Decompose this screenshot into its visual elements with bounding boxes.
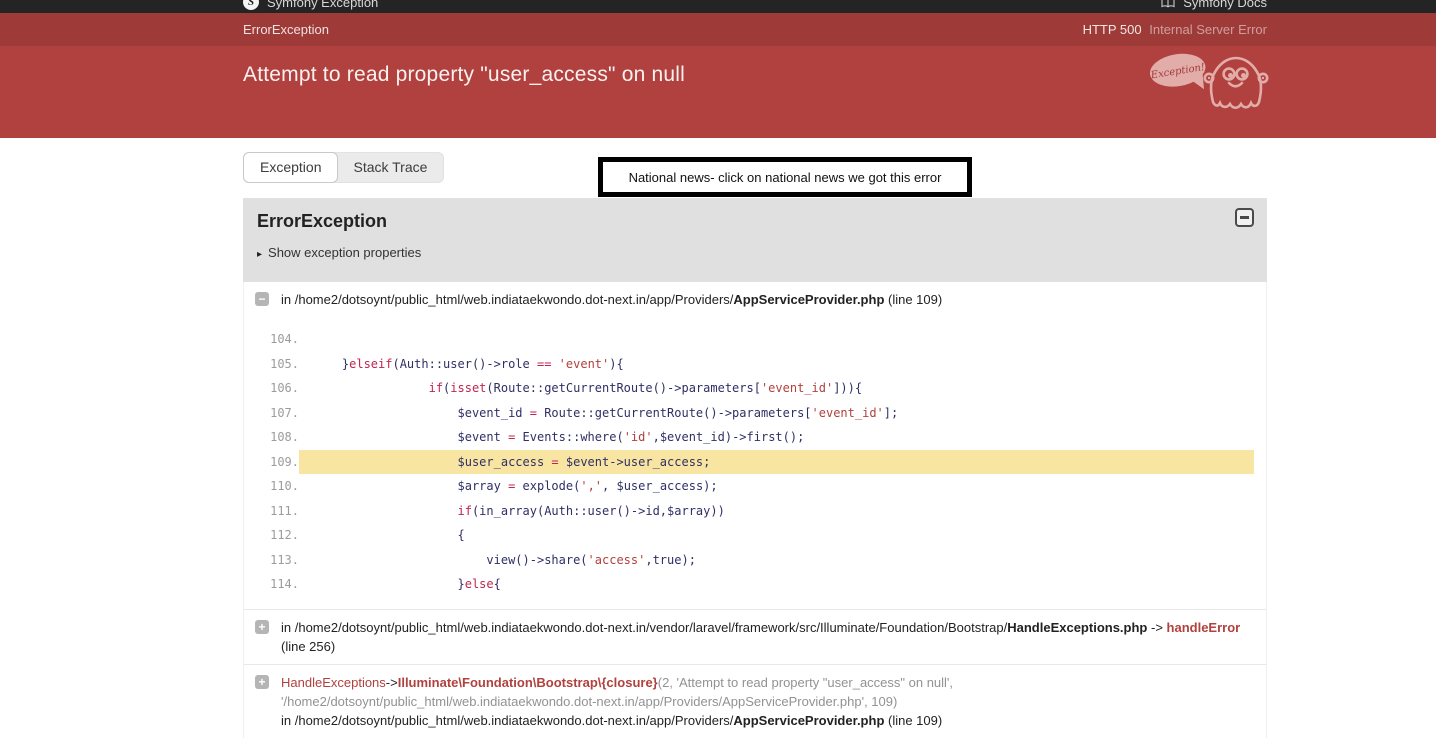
trace2-prefix: in	[281, 620, 295, 635]
trace3-location: in /home2/dotsoynt/public_html/web.india…	[281, 711, 1252, 730]
collapse-panel-button[interactable]	[1235, 208, 1254, 227]
line-number: 107.	[244, 401, 299, 426]
exception-message-title: Attempt to read property "user_access" o…	[243, 46, 1267, 87]
trace-body: −in /home2/dotsoynt/public_html/web.indi…	[243, 282, 1267, 738]
line-number: 104.	[244, 327, 299, 352]
annotation-text: National news- click on national news we…	[629, 170, 942, 185]
line-number: 109.	[244, 450, 299, 475]
code-line: 106. if(isset(Route::getCurrentRoute()->…	[244, 376, 1254, 401]
panel-title: ErrorException	[257, 210, 1253, 232]
top-bar: S Symfony Exception Symfony Docs	[0, 0, 1436, 13]
trace1-path: /home2/dotsoynt/public_html/web.indiatae…	[295, 292, 734, 307]
code-line: 109. $user_access = $event->user_access;	[244, 450, 1254, 475]
trace-entry-3: + HandleExceptions->Illuminate\Foundation…	[244, 664, 1266, 738]
trace3-file: AppServiceProvider.php	[733, 713, 884, 728]
trace-entry-2: + in /home2/dotsoynt/public_html/web.indi…	[244, 609, 1266, 664]
ghost-mascot-illustration: Exception!	[1147, 50, 1271, 121]
trace-head: ErrorException ▸ Show exception propertie…	[243, 198, 1267, 282]
code-block: 104.105. }elseif(Auth::user()->role == '…	[244, 317, 1266, 609]
toggle-label: Show exception properties	[268, 245, 421, 260]
code-line: 113. view()->share('access',true);	[244, 548, 1254, 573]
symfony-exception-brand[interactable]: S Symfony Exception	[243, 0, 378, 10]
trace3-arrow: ->	[386, 675, 398, 690]
code-line: 104.	[244, 327, 1254, 352]
status-strip: ErrorException HTTP 500 Internal Server …	[0, 13, 1436, 46]
code-text: if(in_array(Auth::user()->id,$array))	[299, 499, 1254, 524]
trace3-prefix: in	[281, 713, 295, 728]
caret-right-icon: ▸	[257, 249, 262, 260]
line-number: 112.	[244, 523, 299, 548]
highlighted-code-text: $user_access = $event->user_access;	[299, 450, 1254, 475]
trace3-line: (line 109)	[884, 713, 942, 728]
collapse-trace-icon[interactable]: −	[255, 292, 269, 306]
code-text: }else{	[299, 572, 1254, 597]
line-number: 105.	[244, 352, 299, 377]
code-text: {	[299, 523, 1254, 548]
exception-panel: ErrorException ▸ Show exception propertie…	[243, 198, 1267, 738]
trace1-prefix: in	[281, 292, 295, 307]
docs-label: Symfony Docs	[1183, 0, 1267, 10]
line-number: 106.	[244, 376, 299, 401]
annotation-box: National news- click on national news we…	[598, 157, 972, 197]
trace2-method: handleError	[1167, 620, 1241, 635]
line-number: 113.	[244, 548, 299, 573]
show-exception-properties-toggle[interactable]: ▸ Show exception properties	[257, 245, 1253, 260]
code-text: $array = explode(',', $user_access);	[299, 474, 1254, 499]
trace2-file: HandleExceptions.php	[1007, 620, 1147, 635]
code-line: 110. $array = explode(',', $user_access)…	[244, 474, 1254, 499]
trace2-path: /home2/dotsoynt/public_html/web.indiatae…	[295, 620, 1008, 635]
speech-bubble: Exception!	[1147, 50, 1209, 97]
line-number: 111.	[244, 499, 299, 524]
http-code: HTTP 500	[1083, 22, 1142, 37]
code-line: 112. {	[244, 523, 1254, 548]
code-text: view()->share('access',true);	[299, 548, 1254, 573]
line-number: 108.	[244, 425, 299, 450]
trace2-line: (line 256)	[281, 639, 335, 654]
exception-header: Attempt to read property "user_access" o…	[0, 46, 1436, 138]
trace1-file: AppServiceProvider.php	[733, 292, 884, 307]
expand-trace-icon[interactable]: +	[255, 620, 269, 634]
line-number: 114.	[244, 572, 299, 597]
main-content: Exception Stack Trace ErrorException ▸ Sh…	[243, 152, 1267, 738]
code-line: 111. if(in_array(Auth::user()->id,$array…	[244, 499, 1254, 524]
code-line: 105. }elseif(Auth::user()->role == 'even…	[244, 352, 1254, 377]
trace1-line: (line 109)	[884, 292, 942, 307]
minus-icon	[1240, 216, 1249, 219]
book-icon	[1161, 0, 1175, 8]
code-text	[299, 327, 1254, 352]
code-text: $event = Events::where('id',$event_id)->…	[299, 425, 1254, 450]
exception-class-label: ErrorException	[243, 22, 329, 37]
tab-group: Exception Stack Trace	[243, 152, 444, 183]
ghost-body	[1205, 58, 1267, 108]
code-text: }elseif(Auth::user()->role == 'event'){	[299, 352, 1254, 377]
symfony-docs-link[interactable]: Symfony Docs	[1161, 0, 1267, 10]
symfony-logo-icon: S	[243, 0, 259, 10]
code-text: if(isset(Route::getCurrentRoute()->param…	[299, 376, 1254, 401]
code-text: $event_id = Route::getCurrentRoute()->pa…	[299, 401, 1254, 426]
line-number: 110.	[244, 474, 299, 499]
trace2-arrow: ->	[1147, 620, 1166, 635]
tab-stack-trace[interactable]: Stack Trace	[337, 153, 443, 182]
tab-exception[interactable]: Exception	[243, 152, 338, 183]
trace3-method: Illuminate\Foundation\Bootstrap\{closure…	[398, 675, 658, 690]
trace3-path: /home2/dotsoynt/public_html/web.indiatae…	[295, 713, 734, 728]
trace-entry-1: −in /home2/dotsoynt/public_html/web.indi…	[244, 282, 1266, 317]
http-status: HTTP 500 Internal Server Error	[1083, 22, 1267, 37]
http-status-text: Internal Server Error	[1149, 22, 1267, 37]
code-line: 107. $event_id = Route::getCurrentRoute(…	[244, 401, 1254, 426]
trace3-class: HandleExceptions	[281, 675, 386, 690]
expand-trace-icon[interactable]: +	[255, 675, 269, 689]
brand-label: Symfony Exception	[267, 0, 378, 10]
code-line: 108. $event = Events::where('id',$event_…	[244, 425, 1254, 450]
code-line: 114. }else{	[244, 572, 1254, 597]
